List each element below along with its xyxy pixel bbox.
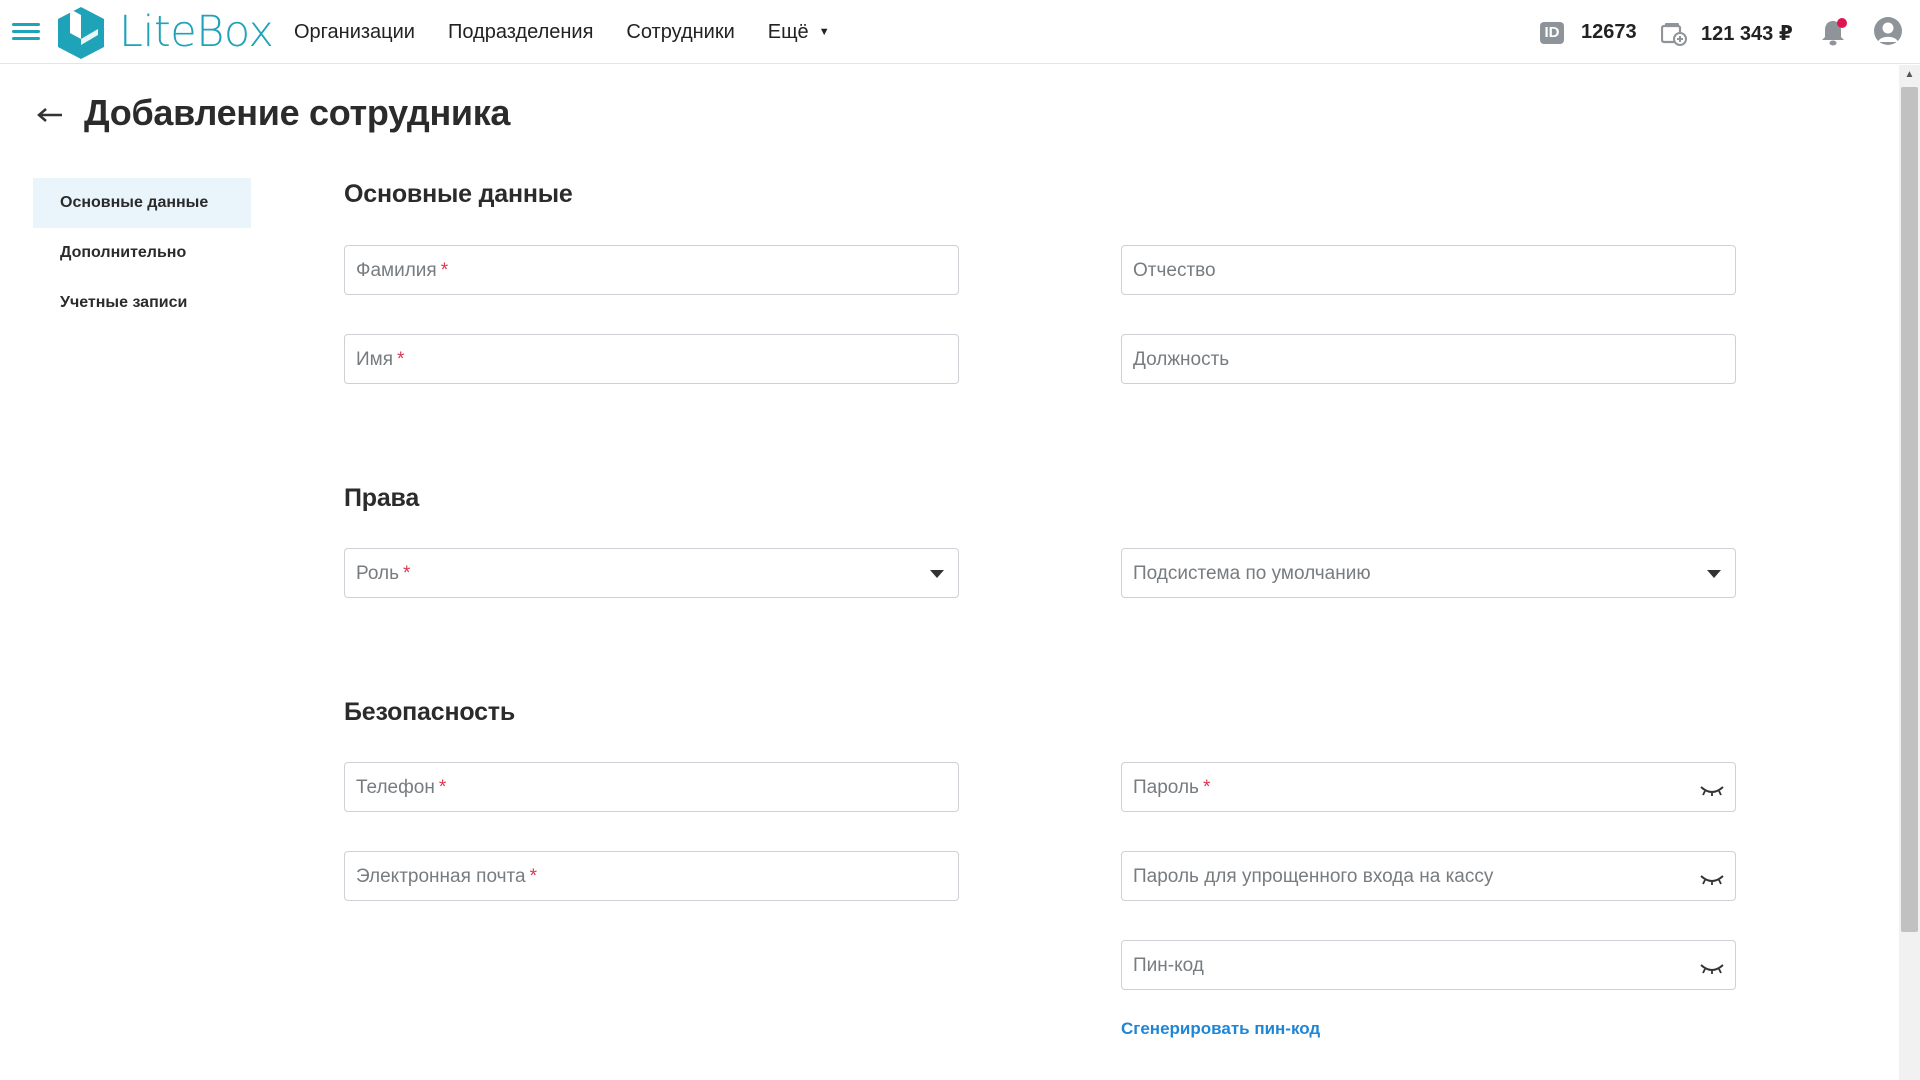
phone-field[interactable]: Телефон * <box>344 762 959 812</box>
required-mark: * <box>438 777 447 798</box>
required-mark: * <box>529 866 537 887</box>
notification-dot <box>1837 18 1847 28</box>
password-placeholder: Пароль * <box>1133 777 1211 798</box>
generate-pin-link[interactable]: Сгенерировать пин-код <box>1121 1019 1320 1039</box>
section-title-security: Безопасность <box>344 698 516 726</box>
simple-password-field[interactable]: Пароль для упрощенного входа на кассу <box>1121 851 1736 901</box>
back-arrow-icon[interactable] <box>36 100 64 130</box>
role-placeholder: Роль * <box>356 563 411 584</box>
required-mark: * <box>402 563 411 584</box>
last-name-field[interactable]: Фамилия * <box>344 245 959 295</box>
scrollbar-thumb[interactable] <box>1901 87 1918 932</box>
logo-cube-icon <box>58 7 104 59</box>
default-subsystem-placeholder: Подсистема по умолчанию <box>1133 563 1371 584</box>
page-title: Добавление сотрудника <box>84 92 511 133</box>
nav-item-employees[interactable]: Сотрудники <box>626 21 734 44</box>
wallet-add-icon[interactable] <box>1661 22 1687 46</box>
id-icon: ID <box>1540 22 1564 44</box>
email-placeholder: Электронная почта * <box>356 866 537 887</box>
nav-item-more[interactable]: Ещё ▼ <box>768 21 830 44</box>
side-menu-item-accounts[interactable]: Учетные записи <box>33 278 251 328</box>
first-name-field[interactable]: Имя * <box>344 334 959 384</box>
default-subsystem-select[interactable]: Подсистема по умолчанию <box>1121 548 1736 598</box>
main-nav: Организации Подразделения Сотрудники Ещё… <box>294 0 863 64</box>
password-field[interactable]: Пароль * <box>1121 762 1736 812</box>
eye-closed-icon[interactable] <box>1699 783 1725 797</box>
first-name-placeholder: Имя * <box>356 349 405 370</box>
eye-closed-icon[interactable] <box>1699 872 1725 886</box>
last-name-placeholder: Фамилия * <box>356 260 449 281</box>
nav-item-label: Сотрудники <box>626 20 735 43</box>
side-menu: Основные данные Дополнительно Учетные за… <box>33 178 251 328</box>
dropdown-caret-icon <box>930 570 944 578</box>
account-id: 12673 <box>1581 21 1637 43</box>
top-bar: LiteBox Организации Подразделения Сотруд… <box>0 0 1920 64</box>
middle-name-field[interactable]: Отчество <box>1121 245 1736 295</box>
position-field[interactable]: Должность <box>1121 334 1736 384</box>
nav-item-label: Подразделения <box>447 20 594 43</box>
side-menu-item-additional[interactable]: Дополнительно <box>33 228 251 278</box>
nav-item-departments[interactable]: Подразделения <box>448 21 593 44</box>
account-balance: 121 343 ₽ <box>1701 23 1793 45</box>
simple-password-placeholder: Пароль для упрощенного входа на кассу <box>1133 866 1494 887</box>
pin-code-placeholder: Пин-код <box>1133 955 1204 976</box>
logo-text: LiteBox <box>119 7 274 57</box>
user-avatar-icon[interactable] <box>1873 16 1903 46</box>
nav-item-organizations[interactable]: Организации <box>294 21 415 44</box>
pin-code-field[interactable]: Пин-код <box>1121 940 1736 990</box>
caret-down-icon: ▼ <box>818 26 830 38</box>
required-mark: * <box>440 260 449 281</box>
required-mark: * <box>1202 777 1211 798</box>
nav-item-label: Ещё <box>767 20 809 43</box>
page-scrollbar[interactable]: ▲ <box>1899 65 1920 1080</box>
phone-placeholder: Телефон * <box>356 777 447 798</box>
section-title-rights: Права <box>344 484 420 512</box>
eye-closed-icon[interactable] <box>1699 961 1725 975</box>
role-select[interactable]: Роль * <box>344 548 959 598</box>
position-placeholder: Должность <box>1133 349 1230 370</box>
section-title-basic: Основные данные <box>344 180 573 208</box>
side-menu-item-basic[interactable]: Основные данные <box>33 178 251 228</box>
nav-item-label: Организации <box>294 20 415 43</box>
required-mark: * <box>397 349 405 370</box>
account-area: ID 12673 121 343 ₽ <box>1520 0 1920 64</box>
litebox-logo[interactable]: LiteBox <box>54 5 274 59</box>
middle-name-placeholder: Отчество <box>1133 260 1216 281</box>
scroll-up-arrow-icon[interactable]: ▲ <box>1899 67 1920 83</box>
email-field[interactable]: Электронная почта * <box>344 851 959 901</box>
dropdown-caret-icon <box>1707 570 1721 578</box>
hamburger-menu-icon[interactable] <box>12 23 40 42</box>
